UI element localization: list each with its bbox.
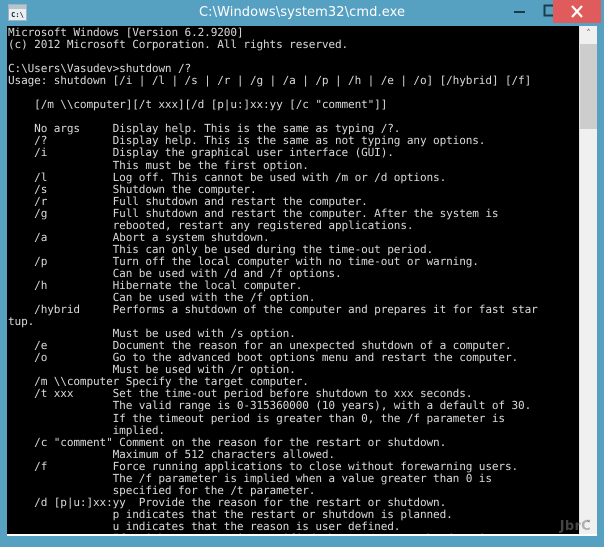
scrollbar-thumb[interactable]	[580, 44, 597, 129]
scroll-up-arrow[interactable]: ˄	[580, 26, 597, 43]
terminal-text: Microsoft Windows [Version 6.2.9200] (c)…	[8, 26, 538, 534]
console-area: Microsoft Windows [Version 6.2.9200] (c)…	[7, 26, 597, 536]
title-bar[interactable]: C:\ C:\Windows\system32\cmd.exe	[0, 0, 604, 26]
terminal-output-pane[interactable]: Microsoft Windows [Version 6.2.9200] (c)…	[7, 26, 579, 534]
scroll-down-arrow[interactable]: ˅	[580, 517, 597, 534]
close-button[interactable]	[553, 0, 601, 23]
cmd-window: C:\ C:\Windows\system32\cmd.exe Microsof…	[0, 0, 604, 547]
vertical-scrollbar[interactable]: ˄ ˅	[579, 26, 597, 534]
